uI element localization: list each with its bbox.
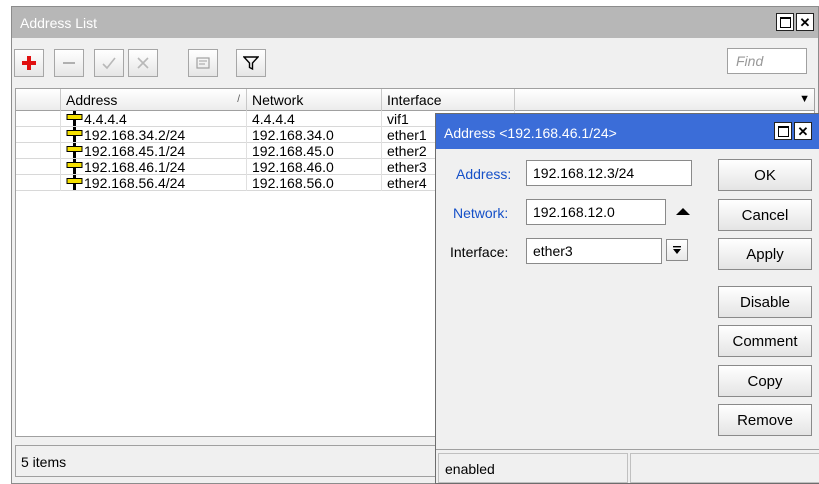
collapse-up-icon[interactable] bbox=[676, 208, 690, 215]
address-cell: 192.168.34.2/24 bbox=[61, 127, 247, 143]
add-button[interactable] bbox=[14, 49, 44, 77]
note-icon bbox=[196, 57, 210, 69]
network-cell: 4.4.4.4 bbox=[247, 111, 382, 127]
address-cell: 192.168.45.1/24 bbox=[61, 143, 247, 159]
network-label: Network: bbox=[453, 205, 509, 221]
address-text: 192.168.56.4/24 bbox=[84, 175, 186, 191]
item-count: 5 items bbox=[21, 454, 67, 470]
filter-button[interactable] bbox=[236, 49, 266, 77]
table-header: Address / Network Interface ▼ bbox=[16, 89, 814, 111]
cancel-button[interactable]: Cancel bbox=[718, 199, 812, 231]
row-select-cell bbox=[16, 143, 61, 159]
network-cell: 192.168.56.0 bbox=[247, 175, 382, 191]
minus-icon bbox=[63, 62, 75, 64]
row-select-cell bbox=[16, 159, 61, 175]
column-header-network[interactable]: Network bbox=[247, 89, 382, 111]
column-header-interface[interactable]: Interface bbox=[382, 89, 515, 111]
address-cell: 192.168.56.4/24 bbox=[61, 175, 247, 191]
interface-label: Interface: bbox=[450, 244, 509, 260]
check-icon bbox=[102, 57, 116, 70]
address-text: 192.168.34.2/24 bbox=[84, 127, 186, 143]
row-select-cell bbox=[16, 111, 61, 127]
window-titlebar[interactable]: Address List ✕ bbox=[12, 7, 818, 38]
address-icon bbox=[66, 127, 83, 142]
comment-button-dialog[interactable]: Comment bbox=[718, 325, 812, 357]
find-input[interactable]: Find bbox=[727, 48, 807, 74]
interface-select[interactable]: ether3 bbox=[526, 238, 662, 264]
remove-button[interactable] bbox=[54, 49, 84, 77]
maximize-icon[interactable] bbox=[776, 13, 794, 31]
plus-icon bbox=[22, 56, 36, 70]
column-header-address[interactable]: Address / bbox=[61, 89, 247, 111]
dialog-status-empty bbox=[630, 453, 819, 483]
dialog-status-bar: enabled bbox=[436, 449, 819, 484]
network-cell: 192.168.34.0 bbox=[247, 127, 382, 143]
network-cell: 192.168.46.0 bbox=[247, 159, 382, 175]
address-text: 192.168.46.1/24 bbox=[84, 159, 186, 175]
address-cell: 192.168.46.1/24 bbox=[61, 159, 247, 175]
address-text: 4.4.4.4 bbox=[84, 111, 127, 127]
copy-button[interactable]: Copy bbox=[718, 365, 812, 397]
address-field[interactable]: 192.168.12.3/24 bbox=[526, 160, 692, 186]
dialog-title: Address <192.168.46.1/24> bbox=[444, 125, 617, 141]
dialog-maximize-icon[interactable] bbox=[774, 122, 792, 140]
column-header-select[interactable] bbox=[16, 89, 61, 111]
remove-button-dialog[interactable]: Remove bbox=[718, 404, 812, 436]
ok-button[interactable]: OK bbox=[718, 159, 812, 191]
address-icon bbox=[66, 159, 83, 174]
address-icon bbox=[66, 111, 83, 126]
sort-icon: / bbox=[237, 94, 240, 105]
enable-button[interactable] bbox=[94, 49, 124, 77]
close-icon[interactable]: ✕ bbox=[796, 13, 814, 31]
dialog-close-icon[interactable]: ✕ bbox=[794, 122, 812, 140]
filter-icon bbox=[243, 56, 259, 71]
column-header-extra[interactable]: ▼ bbox=[515, 89, 814, 111]
dropdown-icon bbox=[673, 246, 681, 254]
dialog-titlebar[interactable]: Address <192.168.46.1/24> ✕ bbox=[436, 114, 819, 149]
comment-button[interactable] bbox=[188, 49, 218, 77]
columns-dropdown-icon[interactable]: ▼ bbox=[799, 93, 810, 105]
window-title: Address List bbox=[20, 15, 98, 31]
disable-button[interactable] bbox=[128, 49, 158, 77]
row-select-cell bbox=[16, 127, 61, 143]
address-icon bbox=[66, 143, 83, 158]
dialog-status-text: enabled bbox=[438, 453, 628, 483]
address-text: 192.168.45.1/24 bbox=[84, 143, 186, 159]
address-cell: 4.4.4.4 bbox=[61, 111, 247, 127]
network-cell: 192.168.45.0 bbox=[247, 143, 382, 159]
interface-dropdown-button[interactable] bbox=[666, 239, 688, 261]
x-mark-icon bbox=[137, 57, 149, 69]
address-dialog: Address <192.168.46.1/24> ✕ Address: 192… bbox=[435, 113, 819, 484]
toolbar: Find bbox=[12, 44, 818, 80]
row-select-cell bbox=[16, 175, 61, 191]
address-label: Address: bbox=[456, 166, 512, 182]
disable-button-dialog[interactable]: Disable bbox=[718, 286, 812, 318]
apply-button[interactable]: Apply bbox=[718, 238, 812, 270]
network-field[interactable]: 192.168.12.0 bbox=[526, 199, 666, 225]
address-icon bbox=[66, 175, 83, 190]
